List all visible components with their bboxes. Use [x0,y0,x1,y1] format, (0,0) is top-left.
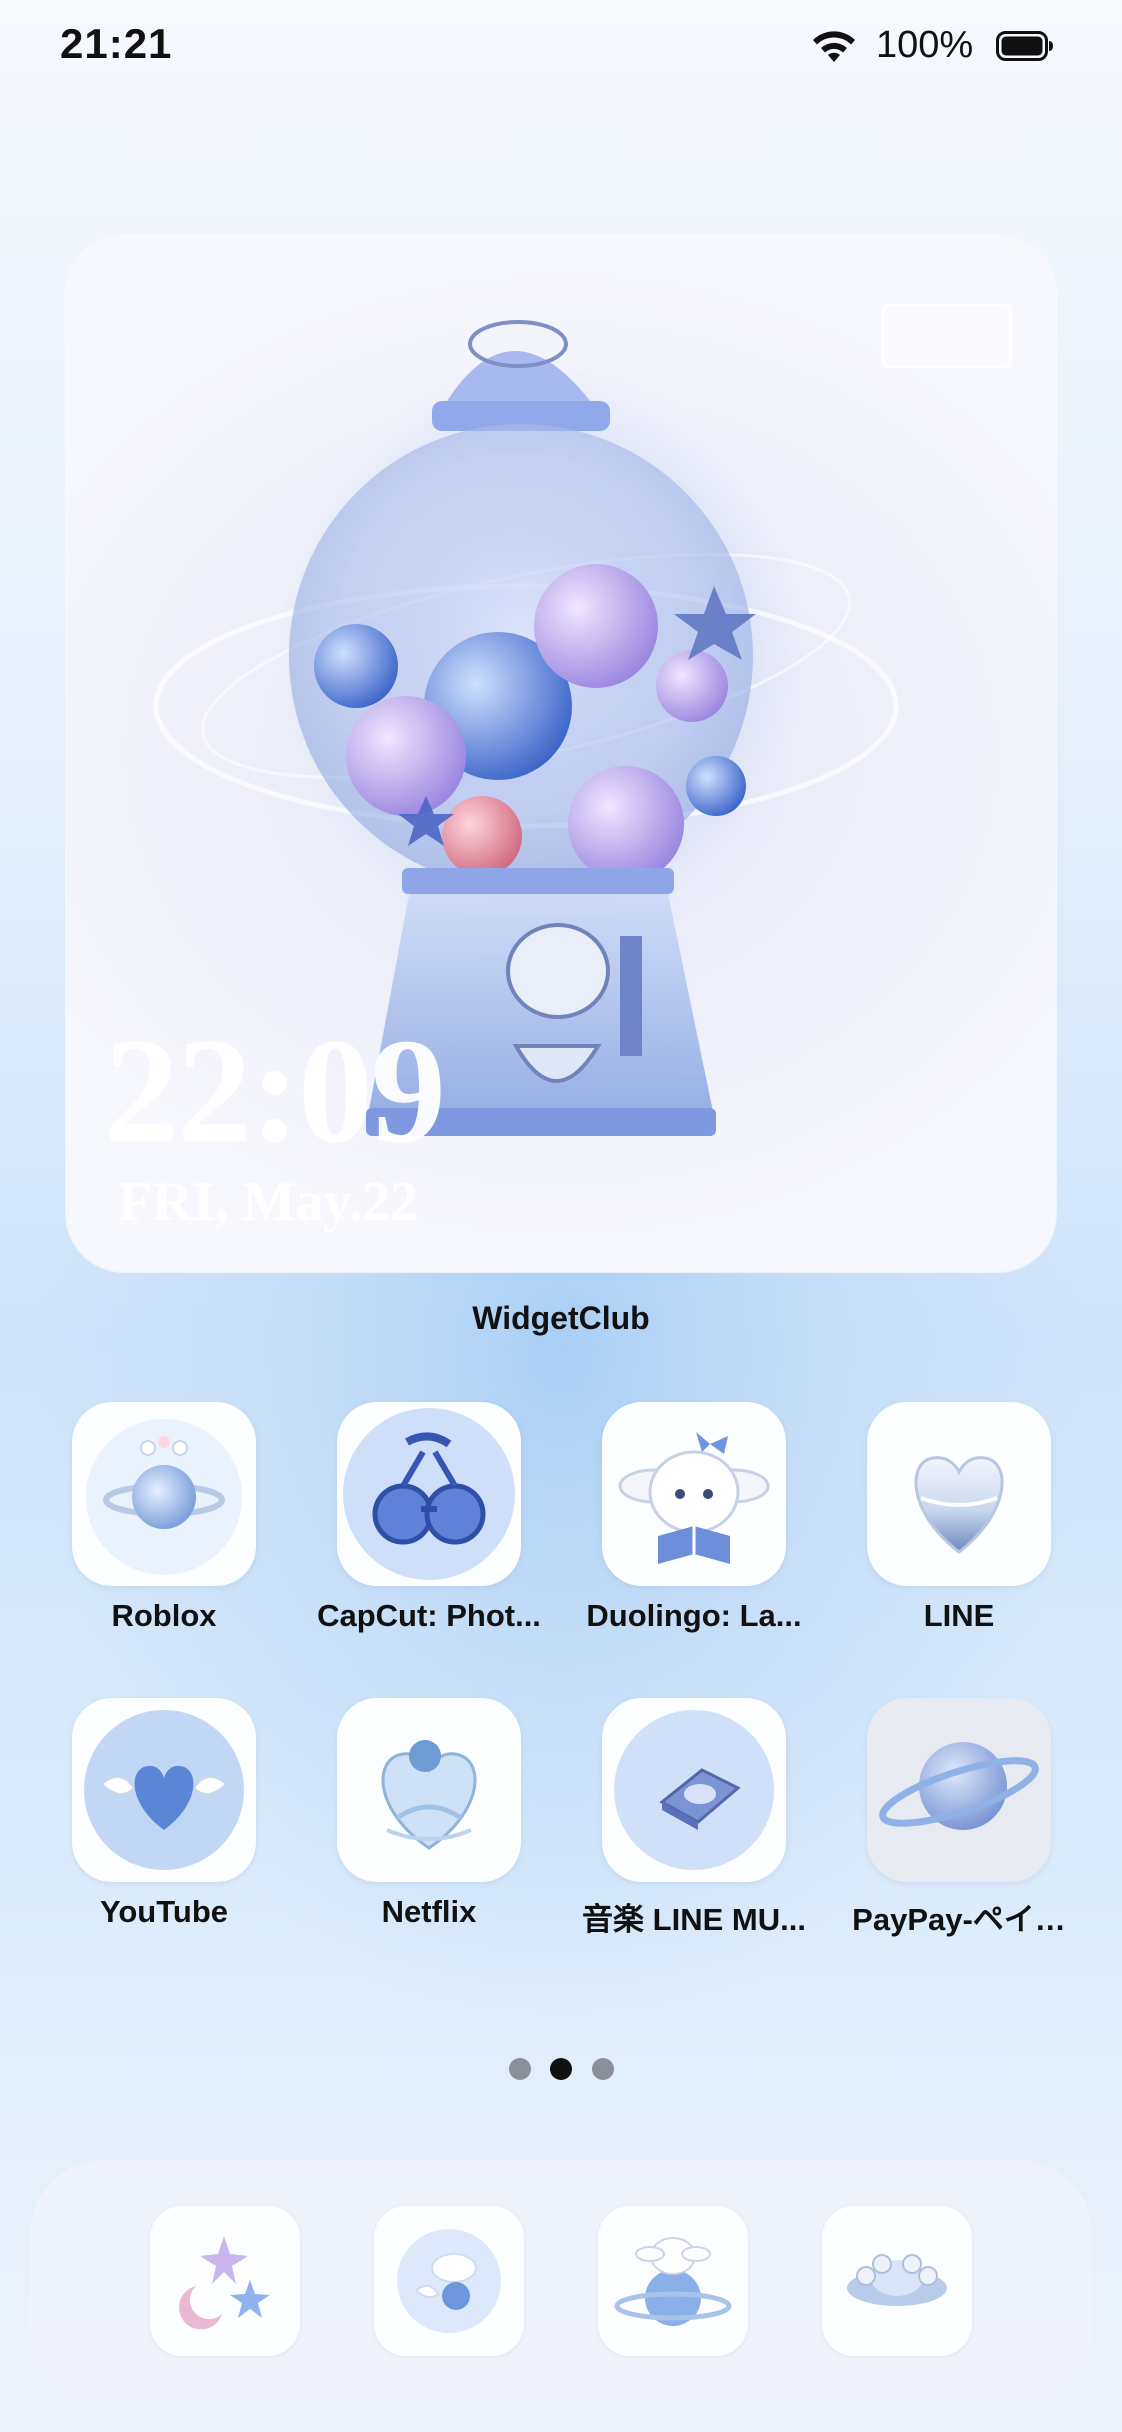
app-label: 音楽 LINE MU... [582,1902,806,1937]
app-roblox[interactable]: Roblox [42,1402,282,1652]
battery-percent: 100% [876,24,974,66]
app-label: Netflix [381,1894,477,1929]
rose-heart-icon [337,1698,521,1882]
app-duolingo[interactable]: Duolingo: La... [572,1402,812,1652]
widget-clock-time: 22:09 [104,1008,446,1174]
cherry-glasses-icon [337,1402,521,1586]
widget-app-label: WidgetClub [472,1300,650,1336]
app-label: YouTube [100,1894,228,1929]
winged-heart-icon [72,1698,256,1882]
bunny-book-icon [602,1402,786,1586]
page-indicator[interactable] [0,2058,1122,2082]
app-line[interactable]: LINE [837,1402,1077,1652]
wifi-icon [813,31,855,62]
widget-sticker [882,304,1012,368]
page-dot[interactable] [509,2058,531,2080]
ringed-planet-icon [867,1698,1051,1882]
stars-moon-icon[interactable] [150,2206,300,2356]
bunny-planet-icon[interactable] [598,2206,748,2356]
app-line-music[interactable]: 音楽 LINE MU... [572,1698,812,1948]
music-box-icon [602,1698,786,1882]
pearl-ufo-icon[interactable] [822,2206,972,2356]
app-label: LINE [923,1598,995,1633]
app-netflix[interactable]: Netflix [307,1698,547,1948]
app-paypay[interactable]: PayPay-ペイ… [837,1698,1077,1948]
photo-clock-widget[interactable]: 22:09 FRI, May.22 [66,236,1056,1272]
status-time: 21:21 [60,20,173,67]
dock [30,2160,1092,2402]
cloud-wings-icon[interactable] [374,2206,524,2356]
app-label: CapCut: Phot... [317,1598,541,1633]
status-bar: 21:21 100% [0,0,1122,100]
glass-heart-icon [867,1402,1051,1586]
widget-clock-date: FRI, May.22 [118,1171,419,1233]
planet-heart-icon [72,1402,256,1586]
app-label: Roblox [111,1598,217,1633]
battery-icon [996,31,1053,61]
app-youtube[interactable]: YouTube [42,1698,282,1948]
app-label: PayPay-ペイ… [852,1902,1066,1937]
page-dot[interactable] [592,2058,614,2080]
app-capcut[interactable]: CapCut: Phot... [307,1402,547,1652]
app-label: Duolingo: La... [586,1598,802,1633]
page-dot-active[interactable] [550,2058,572,2080]
